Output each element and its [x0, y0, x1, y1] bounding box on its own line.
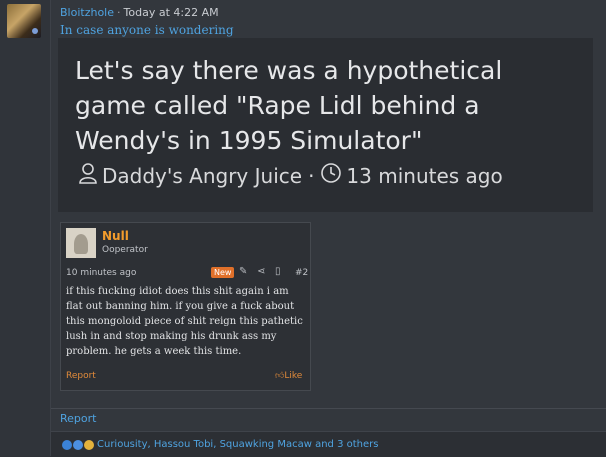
- divider: [51, 408, 606, 409]
- embed-author[interactable]: Daddy's Angry Juice: [102, 164, 302, 188]
- quote-user-role: Ooperator: [102, 245, 148, 255]
- post-timestamp[interactable]: Today at 4:22 AM: [124, 6, 219, 19]
- embed-meta: Daddy's Angry Juice · 13 minutes ago: [78, 162, 503, 189]
- user-icon: [78, 162, 98, 189]
- clock-icon: [320, 162, 342, 189]
- meta-separator: ·: [117, 6, 121, 19]
- reactions-bar[interactable]: Curiousity, Hassou Tobi, Squawking Macaw…: [51, 431, 606, 457]
- embed-dot: ·: [308, 163, 315, 188]
- quote-toolbar: 10 minutes ago New ✎ ⋖ ▯ #2: [61, 263, 310, 281]
- quote-time[interactable]: 10 minutes ago: [66, 268, 136, 278]
- reactions-list[interactable]: Curiousity, Hassou Tobi, Squawking Macaw…: [97, 439, 378, 450]
- share-icon[interactable]: ⋖: [257, 266, 265, 277]
- avatar[interactable]: [7, 4, 41, 38]
- thumbs-up-icon: 👍︎: [275, 371, 285, 381]
- report-link[interactable]: Report: [60, 412, 96, 425]
- quote-report-link[interactable]: Report: [66, 371, 96, 381]
- quote-like-button[interactable]: 👍︎Like: [275, 371, 302, 381]
- quote-body: if this fucking idiot does this shit aga…: [66, 286, 303, 357]
- quote-like-label: Like: [284, 371, 303, 381]
- post-caption: In case anyone is wondering: [60, 23, 234, 37]
- username-link[interactable]: Bloitzhole: [60, 6, 114, 19]
- emoji-reaction-icon: [84, 440, 94, 450]
- quoted-post: Null Ooperator 10 minutes ago New ✎ ⋖ ▯ …: [60, 222, 311, 391]
- like-reaction-icon: [73, 440, 83, 450]
- post: Bloitzhole · Today at 4:22 AM In case anyo…: [50, 0, 606, 457]
- post-meta: Bloitzhole · Today at 4:22 AM: [60, 6, 219, 19]
- link-embed[interactable]: Let's say there was a hypothetical game …: [58, 38, 593, 212]
- reaction-icons: [62, 440, 95, 450]
- quote-username[interactable]: Null: [102, 229, 129, 243]
- edit-icon[interactable]: ✎: [239, 266, 247, 277]
- thread-gutter: [0, 0, 50, 456]
- embed-title[interactable]: Let's say there was a hypothetical game …: [75, 53, 575, 158]
- info-reaction-icon: [62, 440, 72, 450]
- embed-age: 13 minutes ago: [346, 163, 503, 188]
- post-number[interactable]: #2: [295, 268, 308, 278]
- bookmark-icon[interactable]: ▯: [275, 266, 281, 277]
- quote-avatar[interactable]: [66, 228, 96, 258]
- new-badge: New: [211, 267, 235, 278]
